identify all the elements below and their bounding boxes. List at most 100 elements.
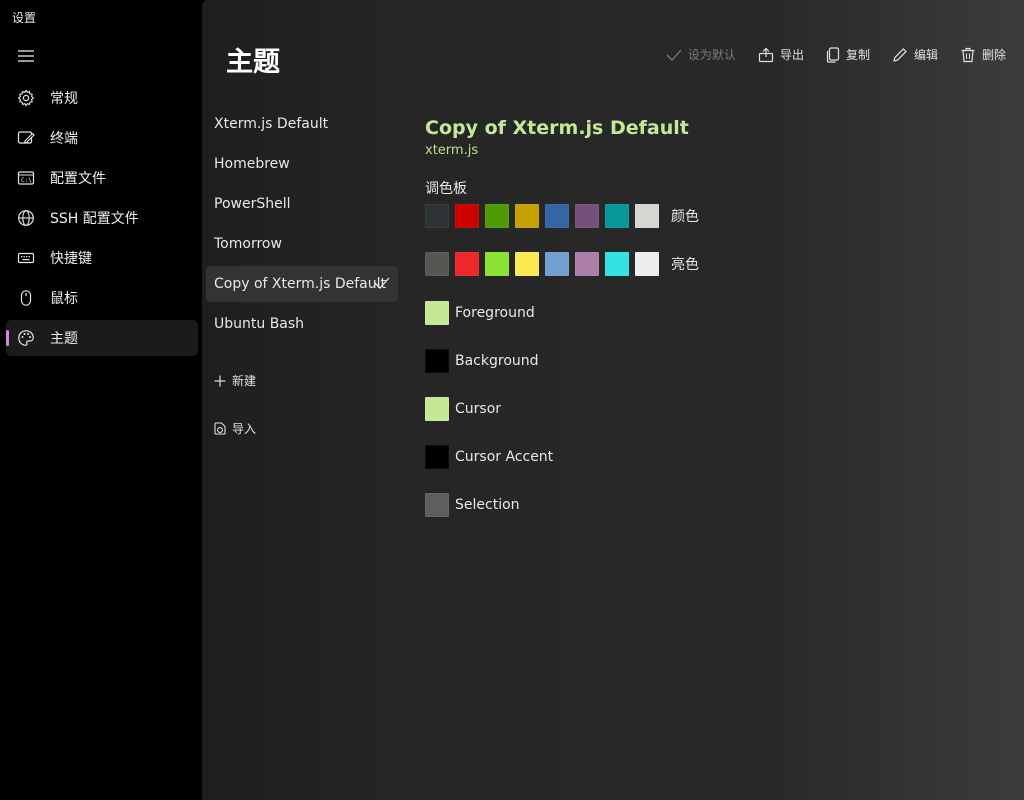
page-title: 主题 (226, 47, 280, 78)
color-swatch-bright-yellow[interactable] (515, 252, 539, 276)
sidebar-item-label: 主题 (50, 331, 78, 347)
console-icon: C:\ (16, 168, 36, 188)
color-swatch-white[interactable] (635, 204, 659, 228)
color-swatch-bright-white[interactable] (635, 252, 659, 276)
import-icon (214, 422, 226, 435)
main-content: 主题 设为默认 导出 复制 编辑 删除 Xterm.js Default Hom… (202, 0, 1024, 800)
sidebar-item-shortcuts[interactable]: 快捷键 (6, 240, 198, 276)
set-default-button[interactable]: 设为默认 (666, 46, 736, 63)
color-swatch-bright-black[interactable] (425, 252, 449, 276)
sidebar-nav: 常规 终端 C:\ 配置文件 SSH 配置文件 快捷键 鼠标 主题 (6, 80, 198, 360)
sidebar-item-general[interactable]: 常规 (6, 80, 198, 116)
new-theme-button[interactable]: 新建 (214, 372, 256, 389)
gear-icon (16, 88, 36, 108)
color-swatch-bright-blue[interactable] (545, 252, 569, 276)
export-button[interactable]: 导出 (758, 46, 804, 63)
theme-item-xterm-default[interactable]: Xterm.js Default (206, 106, 398, 142)
theme-source: xterm.js (425, 143, 479, 158)
color-swatch-bright-green[interactable] (485, 252, 509, 276)
theme-item-label: Ubuntu Bash (214, 316, 305, 332)
theme-item-copy-of-xterm-default[interactable]: Copy of Xterm.js Default (206, 266, 398, 302)
window-title: 设置 (12, 11, 37, 25)
foreground-label: Foreground (455, 305, 535, 321)
color-swatch-green[interactable] (485, 204, 509, 228)
theme-item-homebrew[interactable]: Homebrew (206, 146, 398, 182)
copy-label: 复制 (845, 48, 870, 62)
foreground-color[interactable]: Foreground (425, 301, 785, 325)
toolbar: 设为默认 导出 复制 编辑 删除 (666, 46, 1006, 63)
theme-details: Copy of Xterm.js Default xterm.js 调色板 颜色 (425, 117, 785, 517)
selection-color[interactable]: Selection (425, 493, 785, 517)
sidebar-item-profiles[interactable]: C:\ 配置文件 (6, 160, 198, 196)
new-theme-label: 新建 (232, 374, 257, 388)
sidebar-item-label: SSH 配置文件 (50, 211, 139, 227)
normal-colors-label: 颜色 (671, 209, 699, 225)
pencil-icon (893, 47, 907, 62)
selection-swatch (425, 493, 449, 517)
cursor-accent-label: Cursor Accent (455, 449, 554, 465)
color-swatch-cyan[interactable] (605, 204, 629, 228)
export-label: 导出 (779, 48, 804, 62)
theme-item-tomorrow[interactable]: Tomorrow (206, 226, 398, 262)
import-theme-label: 导入 (232, 422, 257, 436)
palette-label: 调色板 (425, 181, 467, 197)
color-swatch-blue[interactable] (545, 204, 569, 228)
cursor-label: Cursor (455, 401, 502, 417)
selection-label: Selection (455, 497, 520, 513)
palette-icon (16, 328, 36, 348)
keyboard-icon (16, 248, 36, 268)
copy-icon (826, 46, 840, 63)
sidebar-item-terminal[interactable]: 终端 (6, 120, 198, 156)
sidebar-item-label: 终端 (50, 131, 78, 147)
bright-color-row: 亮色 (425, 251, 785, 277)
theme-item-powershell[interactable]: PowerShell (206, 186, 398, 222)
set-default-label: 设为默认 (687, 48, 736, 62)
terminal-pen-icon (16, 128, 36, 148)
background-swatch (425, 349, 449, 373)
color-swatch-purple[interactable] (575, 204, 599, 228)
checkmark-icon (666, 49, 682, 61)
theme-item-label: Homebrew (214, 156, 290, 172)
globe-icon (16, 208, 36, 228)
normal-color-row: 颜色 (425, 203, 785, 229)
color-swatch-bright-cyan[interactable] (605, 252, 629, 276)
import-theme-button[interactable]: 导入 (214, 420, 256, 437)
delete-button[interactable]: 删除 (960, 46, 1006, 63)
edit-label: 编辑 (913, 48, 938, 62)
export-icon (758, 47, 774, 62)
sidebar-item-ssh-profiles[interactable]: SSH 配置文件 (6, 200, 198, 236)
bright-colors-label: 亮色 (671, 257, 699, 273)
edit-button[interactable]: 编辑 (892, 46, 938, 63)
background-label: Background (455, 353, 539, 369)
sidebar-item-label: 常规 (50, 91, 78, 107)
sidebar-item-label: 配置文件 (50, 171, 106, 187)
hamburger-menu-button[interactable] (14, 44, 38, 68)
foreground-swatch (425, 301, 449, 325)
cursor-color[interactable]: Cursor (425, 397, 785, 421)
trash-icon (961, 47, 975, 62)
color-swatch-black[interactable] (425, 204, 449, 228)
checkmark-icon (374, 277, 390, 289)
sidebar-item-themes[interactable]: 主题 (6, 320, 198, 356)
color-swatch-bright-purple[interactable] (575, 252, 599, 276)
color-swatch-red[interactable] (455, 204, 479, 228)
theme-item-label: Copy of Xterm.js Default (214, 276, 386, 292)
cursor-accent-swatch (425, 445, 449, 469)
mouse-icon (16, 288, 36, 308)
color-swatch-bright-red[interactable] (455, 252, 479, 276)
cursor-accent-color[interactable]: Cursor Accent (425, 445, 785, 469)
hamburger-icon (18, 50, 34, 62)
theme-item-ubuntu-bash[interactable]: Ubuntu Bash (206, 306, 398, 342)
svg-text:C:\: C:\ (21, 177, 32, 184)
copy-button[interactable]: 复制 (826, 46, 870, 63)
background-color[interactable]: Background (425, 349, 785, 373)
plus-icon (214, 375, 226, 386)
sidebar-item-label: 鼠标 (50, 291, 78, 307)
settings-window: 设置 常规 终端 C:\ 配置文件 SSH 配置文件 快捷键 鼠标 主题 主题 … (0, 0, 1024, 800)
theme-item-label: Xterm.js Default (214, 116, 329, 132)
delete-label: 删除 (981, 48, 1006, 62)
color-swatch-yellow[interactable] (515, 204, 539, 228)
sidebar-item-mouse[interactable]: 鼠标 (6, 280, 198, 316)
theme-item-label: PowerShell (214, 196, 291, 212)
theme-list: Xterm.js Default Homebrew PowerShell Tom… (206, 106, 398, 346)
